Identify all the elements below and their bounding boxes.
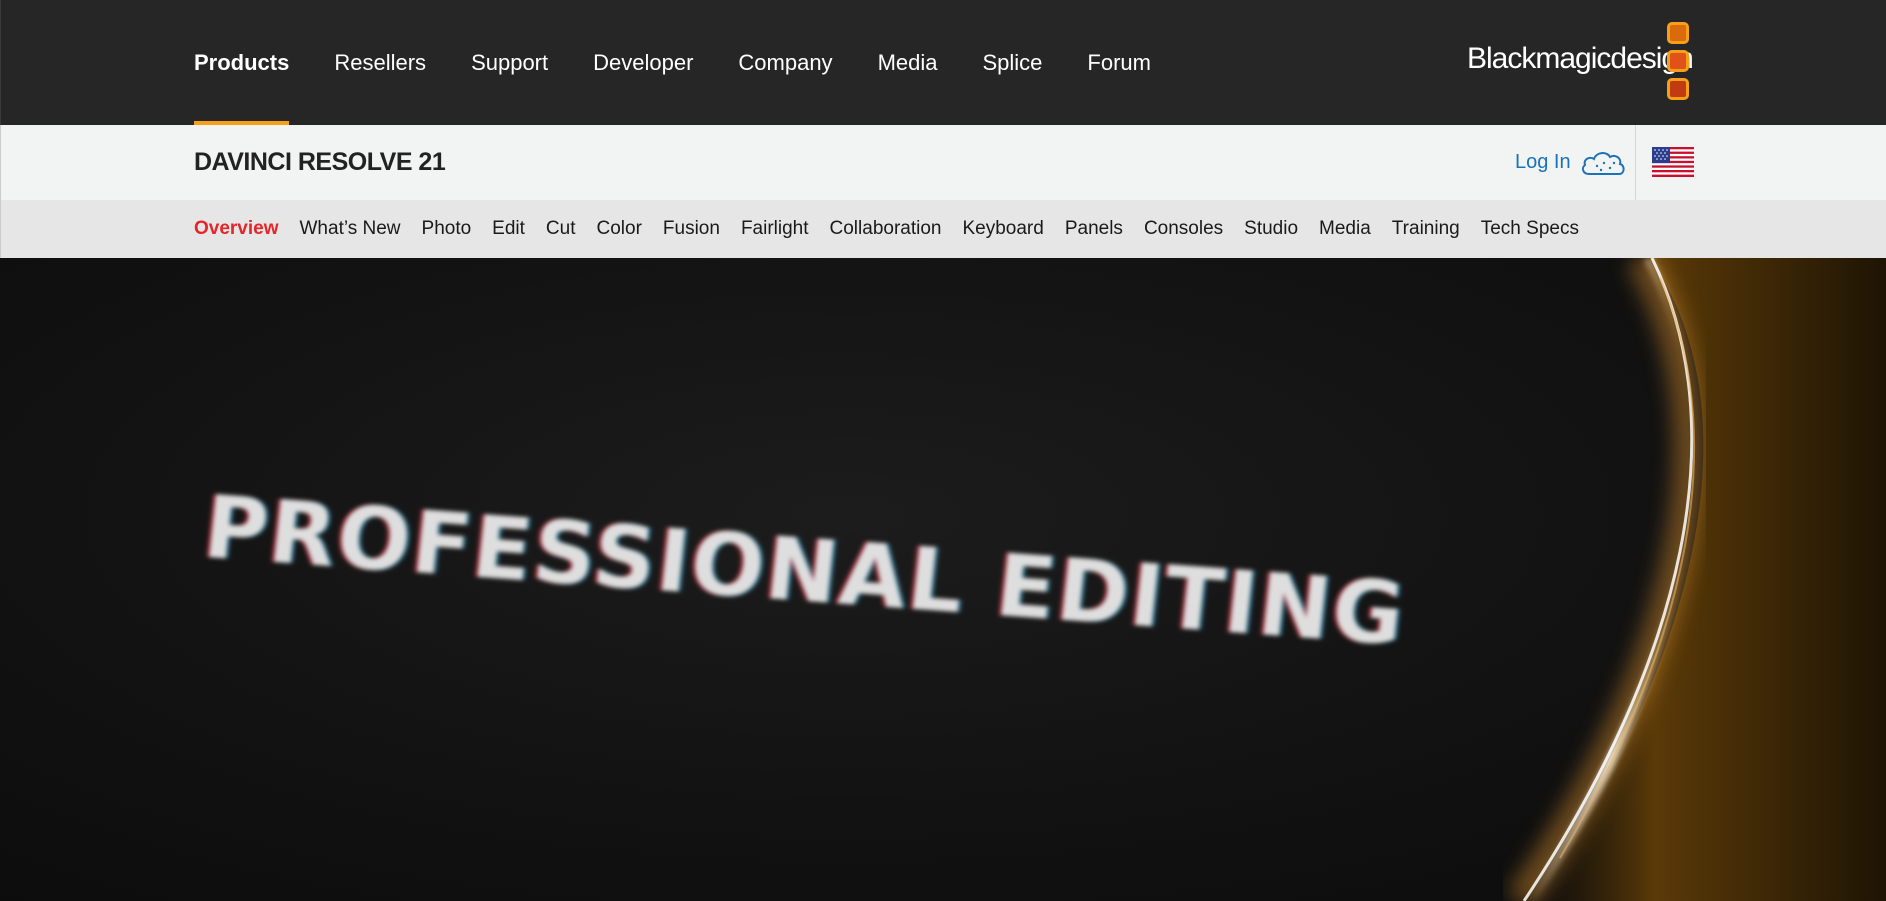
subnav-tech-specs[interactable]: Tech Specs (1481, 200, 1579, 258)
cloud-icon (1579, 148, 1627, 178)
subnav-panels[interactable]: Panels (1065, 200, 1123, 258)
subnav-keyboard[interactable]: Keyboard (962, 200, 1043, 258)
nav-splice[interactable]: Splice (982, 0, 1042, 125)
blackmagic-logo[interactable]: Blackmagicdesign (1467, 22, 1697, 102)
subnav-whats-new[interactable]: What’s New (300, 200, 401, 258)
nav-company[interactable]: Company (738, 0, 832, 125)
global-header: Products Resellers Support Developer Com… (0, 0, 1886, 125)
nav-resellers[interactable]: Resellers (334, 0, 426, 125)
login-button[interactable]: Log In (1515, 125, 1627, 200)
subnav-overview[interactable]: Overview (194, 200, 279, 258)
subnav-cut[interactable]: Cut (546, 200, 576, 258)
global-nav: Products Resellers Support Developer Com… (194, 0, 1196, 125)
logo-squares-icon (1667, 22, 1695, 106)
nav-support[interactable]: Support (471, 0, 548, 125)
nav-forum[interactable]: Forum (1087, 0, 1151, 125)
product-header: DAVINCI RESOLVE 21 Log In (0, 125, 1886, 200)
product-title[interactable]: DAVINCI RESOLVE 21 (194, 125, 446, 200)
subnav-studio[interactable]: Studio (1244, 200, 1298, 258)
nav-products[interactable]: Products (194, 0, 290, 125)
subnav-edit[interactable]: Edit (492, 200, 525, 258)
login-label: Log In (1515, 151, 1571, 173)
subnav-fairlight[interactable]: Fairlight (741, 200, 809, 258)
hero-banner: PROFESSIONAL EDITING (0, 258, 1886, 901)
subnav-training[interactable]: Training (1392, 200, 1460, 258)
subnav-fusion[interactable]: Fusion (663, 200, 720, 258)
subnav-consoles[interactable]: Consoles (1144, 200, 1223, 258)
subnav-collaboration[interactable]: Collaboration (830, 200, 942, 258)
us-flag-icon[interactable] (1652, 147, 1694, 177)
subnav-photo[interactable]: Photo (422, 200, 472, 258)
product-subnav: Overview What’s New Photo Edit Cut Color… (194, 200, 1600, 258)
subnav-media[interactable]: Media (1319, 200, 1371, 258)
nav-developer[interactable]: Developer (593, 0, 693, 125)
nav-media[interactable]: Media (878, 0, 938, 125)
logo-wordmark: Blackmagicdesign (1467, 42, 1694, 75)
subnav-color[interactable]: Color (597, 200, 642, 258)
product-subnav-bar: Overview What’s New Photo Edit Cut Color… (0, 200, 1886, 258)
header-divider (1635, 125, 1636, 200)
